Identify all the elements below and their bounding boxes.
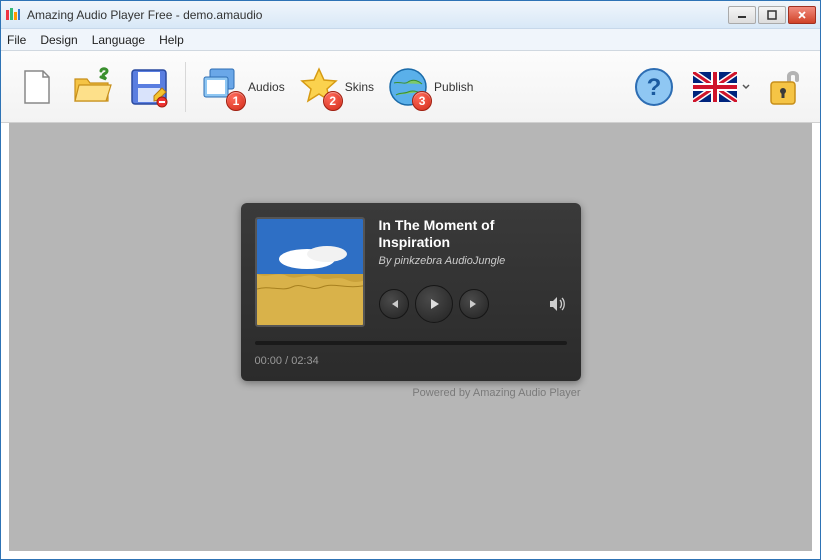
close-button[interactable] [788, 6, 816, 24]
toolbar-separator [185, 62, 186, 112]
app-icon [5, 7, 21, 23]
prev-button[interactable] [379, 289, 409, 319]
audio-player: In The Moment of Inspiration By pinkzebr… [241, 203, 581, 381]
menu-file[interactable]: File [7, 33, 26, 47]
star-icon: 2 [297, 65, 341, 109]
menu-design[interactable]: Design [40, 33, 77, 47]
track-title: In The Moment of Inspiration [379, 217, 567, 251]
skins-button[interactable]: 2 Skins [291, 61, 380, 113]
album-artwork [255, 217, 365, 327]
powered-by: Powered by Amazing Audio Player [241, 387, 581, 399]
padlock-open-icon [762, 65, 806, 109]
svg-text:?: ? [647, 74, 662, 101]
time-display: 00:00 / 02:34 [255, 355, 567, 367]
language-button[interactable] [682, 61, 756, 113]
menu-help[interactable]: Help [159, 33, 184, 47]
app-window: Amazing Audio Player Free - demo.amaudio… [0, 0, 821, 560]
help-icon: ? [632, 65, 676, 109]
player-wrapper: In The Moment of Inspiration By pinkzebr… [241, 203, 581, 399]
globe-icon: 3 [386, 65, 430, 109]
audios-button[interactable]: 1 Audios [194, 61, 291, 113]
titlebar: Amazing Audio Player Free - demo.amaudio [1, 1, 820, 29]
play-button[interactable] [415, 285, 453, 323]
window-title: Amazing Audio Player Free - demo.amaudio [27, 8, 728, 22]
flag-uk-icon [688, 65, 742, 109]
window-controls [728, 6, 816, 24]
save-button[interactable] [121, 61, 177, 113]
toolbar: 1 Audios 2 Skins 3 Publish [1, 51, 820, 123]
unlock-button[interactable] [756, 61, 812, 113]
skins-badge: 2 [323, 91, 343, 111]
audios-icon: 1 [200, 65, 244, 109]
open-button[interactable] [65, 61, 121, 113]
menu-language[interactable]: Language [92, 33, 145, 47]
save-icon [127, 65, 171, 109]
menubar: File Design Language Help [1, 29, 820, 51]
track-artist: By pinkzebra AudioJungle [379, 255, 567, 267]
skins-label: Skins [345, 80, 374, 94]
new-button[interactable] [9, 61, 65, 113]
content-area: In The Moment of Inspiration By pinkzebr… [9, 123, 812, 551]
publish-badge: 3 [412, 91, 432, 111]
help-button[interactable]: ? [626, 61, 682, 113]
publish-label: Publish [434, 80, 473, 94]
next-button[interactable] [459, 289, 489, 319]
progress-bar[interactable] [255, 341, 567, 345]
audios-label: Audios [248, 80, 285, 94]
publish-button[interactable]: 3 Publish [380, 61, 479, 113]
minimize-button[interactable] [728, 6, 756, 24]
new-file-icon [15, 65, 59, 109]
folder-open-icon [71, 65, 115, 109]
maximize-button[interactable] [758, 6, 786, 24]
audios-badge: 1 [226, 91, 246, 111]
volume-button[interactable] [549, 296, 567, 312]
chevron-down-icon [742, 83, 750, 91]
